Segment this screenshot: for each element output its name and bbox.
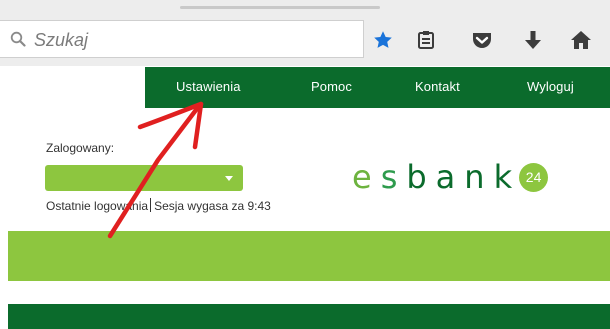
- bookmark-star-icon[interactable]: [370, 27, 396, 53]
- logged-in-label: Zalogowany:: [46, 141, 115, 155]
- session-info: Ostatnie logowania Sesja wygasa za 9:43: [46, 198, 271, 213]
- search-icon: [10, 31, 26, 47]
- esbank-logo: esbank 24: [352, 157, 549, 197]
- reading-list-icon[interactable]: [413, 27, 439, 53]
- main-nav: Ustawienia Pomoc Kontakt Wyloguj: [145, 67, 610, 108]
- green-banner: [8, 231, 610, 281]
- search-input[interactable]: [34, 28, 344, 52]
- nav-item-help[interactable]: Pomoc: [311, 79, 352, 94]
- logo-badge: 24: [519, 162, 549, 192]
- search-box[interactable]: [0, 20, 364, 58]
- pocket-icon[interactable]: [469, 27, 495, 53]
- dark-green-bar: [8, 304, 610, 329]
- session-timer: Sesja wygasa za 9:43: [154, 199, 271, 213]
- nav-item-settings[interactable]: Ustawienia: [176, 79, 241, 94]
- browser-toolbar: [0, 0, 610, 66]
- tab-strip-edge: [180, 6, 380, 9]
- nav-item-contact[interactable]: Kontakt: [415, 79, 460, 94]
- divider: [150, 198, 152, 212]
- last-logins-link[interactable]: Ostatnie logowania: [46, 199, 148, 213]
- nav-item-logout[interactable]: Wyloguj: [527, 79, 574, 94]
- download-icon[interactable]: [520, 27, 546, 53]
- chevron-down-icon: [225, 176, 233, 181]
- logo-wordmark: esbank: [352, 158, 522, 196]
- home-icon[interactable]: [568, 27, 594, 53]
- account-select[interactable]: [45, 165, 243, 191]
